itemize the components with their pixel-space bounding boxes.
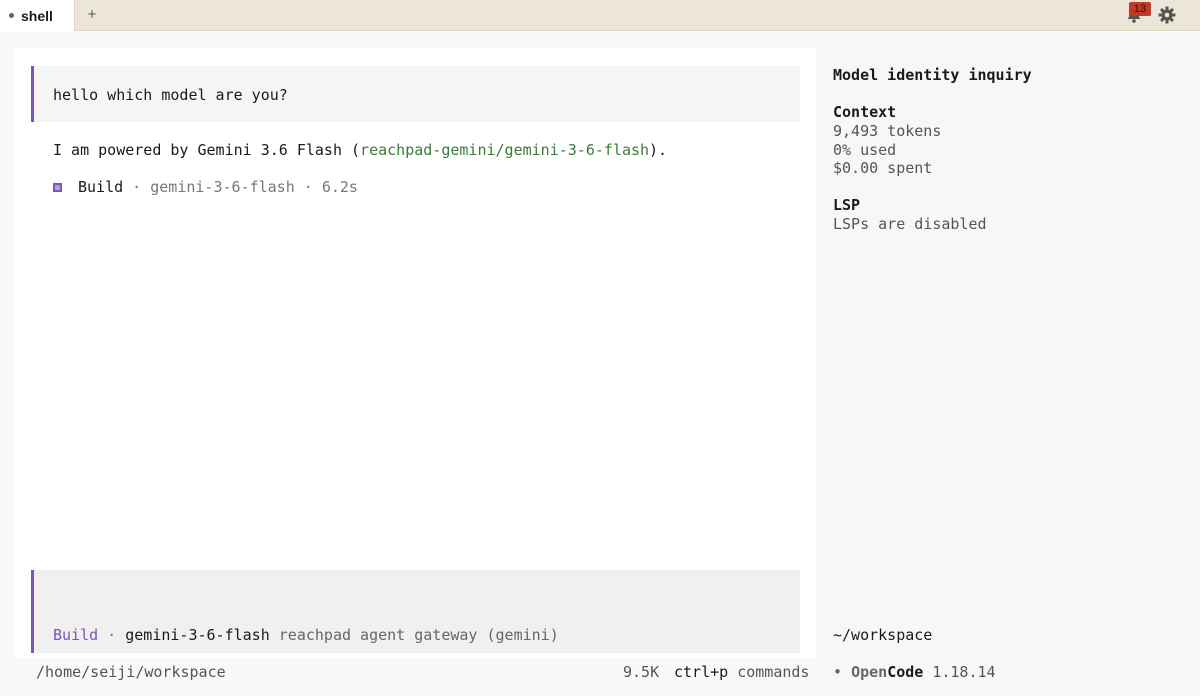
lsp-heading: LSP xyxy=(833,196,861,214)
context-used: 0% used xyxy=(833,141,897,159)
prompt-status-line: Build · gemini-3-6-flash reachpad agent … xyxy=(53,626,559,644)
build-model: gemini-3-6-flash xyxy=(150,178,295,196)
version-number: 1.18.14 xyxy=(932,663,996,681)
input-gateway: reachpad agent gateway (gemini) xyxy=(269,626,559,644)
commands-hint[interactable]: ctrl+p commands xyxy=(674,663,809,681)
context-spent: $0.00 spent xyxy=(833,159,933,177)
brand-open: Open xyxy=(851,663,888,681)
context-tokens: 9,493 tokens xyxy=(833,122,942,140)
lsp-status: LSPs are disabled xyxy=(833,215,987,233)
user-message-text: hello which model are you? xyxy=(53,86,288,104)
build-duration: 6.2s xyxy=(321,178,358,196)
gear-icon[interactable] xyxy=(1158,6,1176,24)
new-tab-button[interactable]: + xyxy=(85,6,99,24)
tab-bar: shell + 13 xyxy=(0,0,1200,31)
version-bullet: • xyxy=(833,663,843,681)
build-mode: Build xyxy=(78,178,124,196)
context-heading: Context xyxy=(833,103,897,121)
sidebar-workspace: ~/workspace xyxy=(833,626,933,644)
reply-prefix: I am powered by Gemini 3.6 Flash ( xyxy=(53,141,361,159)
notification-badge: 13 xyxy=(1129,2,1151,16)
input-model[interactable]: gemini-3-6-flash xyxy=(125,626,270,644)
session-title: Model identity inquiry xyxy=(833,66,1032,84)
commands-shortcut: ctrl+p xyxy=(674,663,729,681)
user-message: hello which model are you? xyxy=(31,66,800,122)
token-count: 9.5K xyxy=(623,663,660,681)
brand-code: Code xyxy=(887,663,924,681)
tab-status-dot xyxy=(9,13,14,18)
build-info-line: Build · gemini-3-6-flash · 6.2s xyxy=(53,178,358,196)
assistant-reply: I am powered by Gemini 3.6 Flash (reachp… xyxy=(53,141,667,159)
build-sep-1: · xyxy=(123,178,151,196)
reply-model-id: reachpad-gemini/gemini-3-6-flash xyxy=(360,141,650,159)
app-version: • OpenCode 1.18.14 xyxy=(833,663,996,681)
build-square-icon xyxy=(53,183,62,192)
build-sep-2: · xyxy=(294,178,322,196)
input-mode[interactable]: Build xyxy=(53,626,98,644)
reply-suffix: ). xyxy=(649,141,668,159)
tab-shell-label: shell xyxy=(21,7,53,24)
tab-shell[interactable]: shell xyxy=(0,0,75,31)
commands-label: commands xyxy=(728,663,810,681)
working-directory: /home/seiji/workspace xyxy=(36,663,226,681)
chat-panel xyxy=(14,48,816,658)
input-sep: · xyxy=(98,626,126,644)
